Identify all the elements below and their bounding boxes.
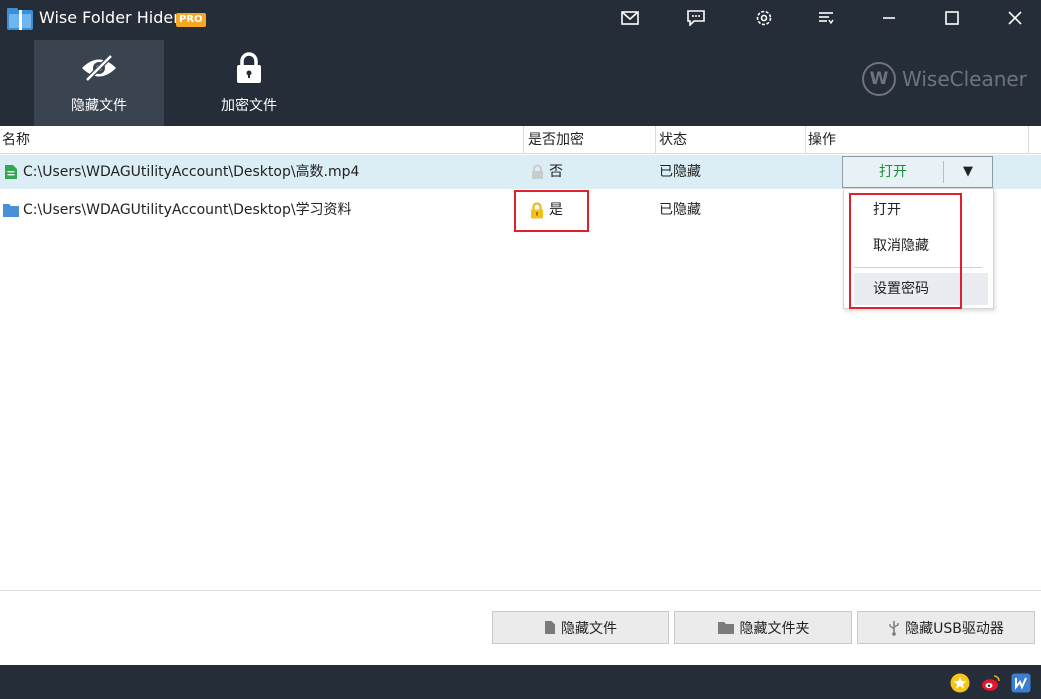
hide-file-button-label: 隐藏文件 xyxy=(561,620,617,637)
file-path: C:\Users\WDAGUtilityAccount\Desktop\学习资料 xyxy=(23,202,352,218)
column-divider[interactable] xyxy=(805,126,806,154)
folder-icon xyxy=(2,202,20,222)
tab-encrypt-files-label: 加密文件 xyxy=(221,98,277,114)
lock-icon xyxy=(235,52,263,84)
maximize-icon[interactable] xyxy=(937,4,967,32)
hide-folder-button-label: 隐藏文件夹 xyxy=(739,620,810,637)
hide-folder-button[interactable]: 隐藏文件夹 xyxy=(674,611,852,644)
status-value: 已隐藏 xyxy=(659,202,701,218)
hide-usb-button[interactable]: 隐藏USB驱动器 xyxy=(857,611,1035,644)
file-icon xyxy=(545,621,555,634)
unlocked-lock-icon xyxy=(531,164,544,184)
highlight-box-encrypted xyxy=(514,190,589,232)
file-path: C:\Users\WDAGUtilityAccount\Desktop\高数.m… xyxy=(23,164,360,180)
feedback-icon[interactable] xyxy=(681,4,711,32)
table-header: 名称 是否加密 状态 操作 xyxy=(0,126,1041,154)
hide-file-button[interactable]: 隐藏文件 xyxy=(492,611,669,644)
status-bar xyxy=(0,665,1041,699)
open-split-button[interactable]: 打开 ▼ xyxy=(842,156,993,188)
menu-icon[interactable] xyxy=(811,4,841,32)
column-header-name[interactable]: 名称 xyxy=(2,126,30,154)
app-title: Wise Folder Hider xyxy=(39,8,180,27)
dropdown-arrow-icon[interactable]: ▼ xyxy=(944,157,992,187)
minimize-icon[interactable] xyxy=(874,4,904,32)
wisecleaner-logo-mark: W xyxy=(862,62,896,96)
pro-badge: PRO xyxy=(176,13,206,27)
status-value: 已隐藏 xyxy=(659,164,701,180)
weibo-icon[interactable] xyxy=(981,673,1001,693)
column-header-action[interactable]: 操作 xyxy=(808,126,836,154)
mail-icon[interactable] xyxy=(615,4,645,32)
bottom-divider xyxy=(0,590,1041,591)
encrypted-value: 否 xyxy=(549,164,563,180)
usb-icon xyxy=(889,620,899,636)
app-logo-icon xyxy=(6,6,34,32)
close-icon[interactable] xyxy=(1000,4,1030,32)
column-header-encrypted[interactable]: 是否加密 xyxy=(528,126,584,154)
tab-hide-files-label: 隐藏文件 xyxy=(71,98,127,114)
title-bar: Wise Folder Hider PRO xyxy=(0,0,1041,36)
tab-encrypt-files[interactable]: 加密文件 xyxy=(184,40,314,126)
column-header-status[interactable]: 状态 xyxy=(659,126,687,154)
settings-icon[interactable] xyxy=(749,4,779,32)
open-button[interactable]: 打开 xyxy=(843,157,943,187)
wisecleaner-logo-text: WiseCleaner xyxy=(902,67,1027,91)
update-icon[interactable] xyxy=(1011,673,1031,693)
wisecleaner-logo: W WiseCleaner xyxy=(862,62,1027,96)
hide-usb-button-label: 隐藏USB驱动器 xyxy=(905,620,1004,637)
column-divider[interactable] xyxy=(655,126,656,154)
top-bar: Wise Folder Hider PRO 隐藏文件 加密文件 W WiseCl… xyxy=(0,0,1041,126)
star-icon[interactable] xyxy=(950,673,970,693)
column-divider[interactable] xyxy=(1028,126,1029,154)
eye-slash-icon xyxy=(80,52,118,84)
tab-hide-files[interactable]: 隐藏文件 xyxy=(34,40,164,126)
video-file-icon xyxy=(4,164,18,184)
highlight-box-menu xyxy=(849,193,962,309)
folder-icon xyxy=(717,622,734,634)
column-divider[interactable] xyxy=(523,126,524,154)
